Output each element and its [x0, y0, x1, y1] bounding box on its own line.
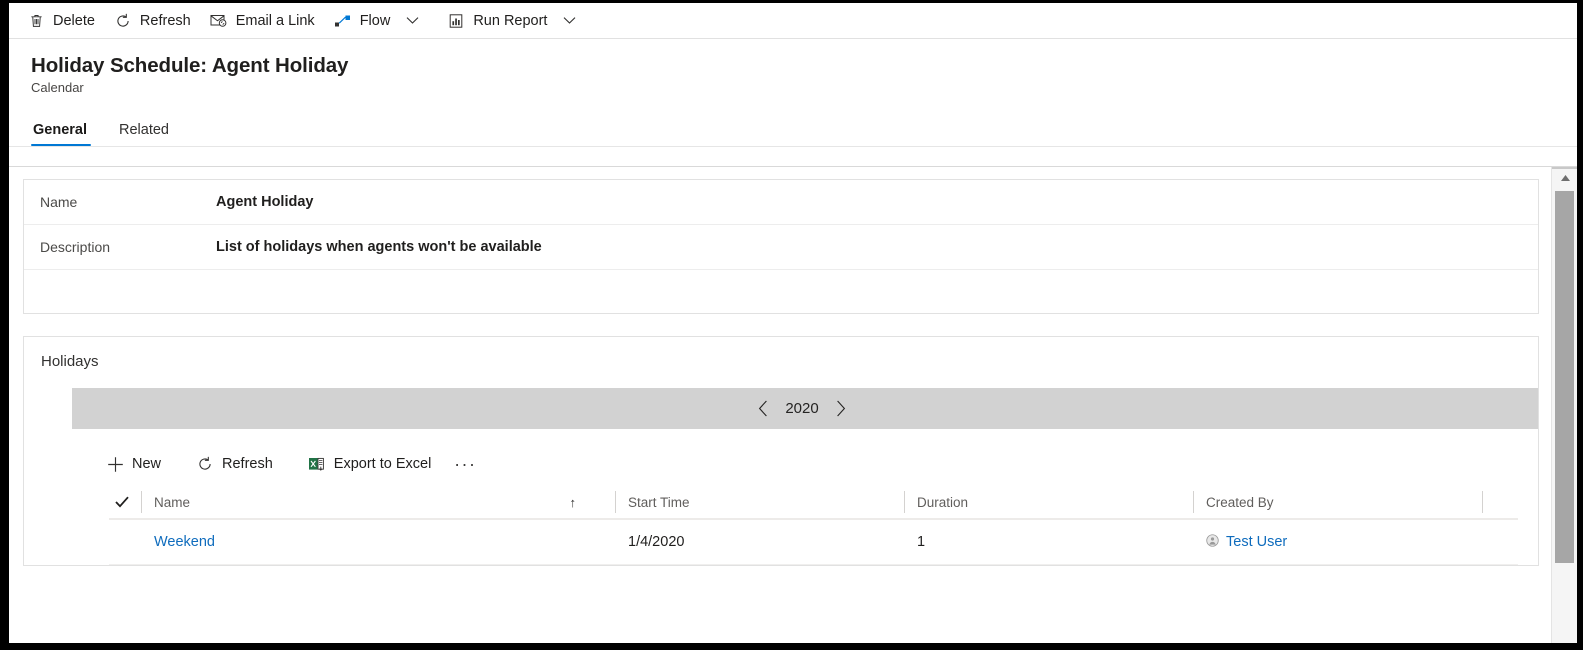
select-all-checkmark-icon[interactable] [109, 496, 141, 508]
record-header: Holiday Schedule: Agent Holiday Calendar [9, 39, 1577, 95]
subgrid-refresh-label: Refresh [222, 456, 273, 472]
created-by-pill[interactable]: Test User [1206, 533, 1287, 551]
row-cell-created-by: Test User [1193, 520, 1482, 565]
command-bar: Delete Refresh Email a Link Flow Run Rep… [9, 3, 1577, 39]
form-content: Name Agent Holiday Description List of h… [9, 167, 1551, 643]
more-commands-button[interactable]: ··· [450, 449, 480, 479]
page-title: Holiday Schedule: Agent Holiday [31, 54, 349, 77]
row-cell-duration: 1 [917, 534, 926, 550]
grid-col-label-start-time: Start Time [628, 494, 690, 510]
field-row-name: Name Agent Holiday [24, 180, 1538, 225]
refresh-icon [195, 454, 215, 474]
year-navigator-inner: 2020 [754, 397, 849, 421]
row-cell-start-time: 1/4/2020 [628, 534, 685, 550]
flow-icon [333, 11, 353, 31]
holiday-name-link[interactable]: Weekend [154, 534, 215, 550]
name-field-value[interactable]: Agent Holiday [216, 194, 313, 210]
holidays-grid: Name ↑ Start Time Duration Created By We… [109, 486, 1518, 565]
tab-related[interactable]: Related [117, 122, 173, 146]
sort-ascending-icon: ↑ [569, 494, 577, 510]
flow-label: Flow [359, 12, 391, 29]
holidays-section-title: Holidays [41, 353, 99, 370]
excel-icon [307, 454, 327, 474]
email-a-link-button[interactable]: Email a Link [200, 5, 324, 37]
row-cell-name: Weekend [141, 520, 615, 565]
run-report-chevron-down-icon[interactable] [556, 5, 582, 37]
new-label: New [132, 456, 162, 472]
general-card-filler [24, 270, 1538, 313]
current-year-label: 2020 [785, 400, 819, 417]
tab-general[interactable]: General [31, 122, 91, 146]
vertical-scrollbar[interactable] [1551, 167, 1577, 643]
grid-header-row: Name ↑ Start Time Duration Created By [109, 486, 1518, 520]
year-navigator: 2020 [72, 388, 1538, 429]
refresh-label: Refresh [139, 12, 191, 29]
row-cell-spacer [1482, 520, 1518, 565]
table-row[interactable]: Weekend 1/4/2020 1 Test User [109, 520, 1518, 565]
refresh-icon [113, 11, 133, 31]
holidays-section-card: Holidays 2020 New Refresh Export to Exce… [23, 336, 1539, 566]
delete-label: Delete [53, 12, 95, 29]
description-field-value[interactable]: List of holidays when agents won't be av… [216, 239, 542, 255]
tab-strip: General Related [9, 111, 1577, 147]
grid-col-header-name[interactable]: Name ↑ [141, 485, 615, 519]
new-button[interactable]: New [94, 448, 172, 480]
email-a-link-label: Email a Link [235, 12, 315, 29]
plus-icon [105, 454, 125, 474]
scrollbar-track[interactable] [1552, 565, 1577, 643]
user-avatar-icon [1206, 533, 1219, 551]
form-body: Name Agent Holiday Description List of h… [9, 166, 1577, 643]
export-to-excel-label: Export to Excel [333, 456, 432, 472]
grid-col-header-duration[interactable]: Duration [904, 485, 1193, 519]
description-field-label: Description [40, 239, 111, 255]
chevron-left-icon[interactable] [754, 397, 772, 421]
app-inner: Delete Refresh Email a Link Flow Run Rep… [9, 3, 1577, 643]
run-report-label: Run Report [473, 12, 548, 29]
row-select-checkbox[interactable] [109, 520, 141, 565]
scroll-up-arrow[interactable] [1552, 167, 1577, 189]
page-subtitle: Calendar [31, 80, 84, 95]
flow-chevron-down-icon[interactable] [399, 5, 425, 37]
grid-col-label-name: Name [154, 494, 191, 510]
report-icon [446, 11, 466, 31]
trash-icon [26, 11, 46, 31]
refresh-button[interactable]: Refresh [104, 5, 200, 37]
flow-button[interactable]: Flow [324, 5, 400, 37]
name-field-label: Name [40, 194, 78, 210]
field-row-description: Description List of holidays when agents… [24, 225, 1538, 270]
delete-button[interactable]: Delete [17, 5, 104, 37]
general-section-card: Name Agent Holiday Description List of h… [23, 179, 1539, 314]
created-by-link[interactable]: Test User [1226, 534, 1287, 550]
chevron-right-icon[interactable] [832, 397, 850, 421]
export-to-excel-button[interactable]: Export to Excel [296, 448, 443, 480]
grid-col-label-created-by: Created By [1206, 494, 1274, 510]
subgrid-command-bar: New Refresh Export to Excel ··· [24, 442, 1538, 486]
grid-col-header-start-time[interactable]: Start Time [615, 485, 904, 519]
email-link-icon [209, 11, 229, 31]
grid-col-label-duration: Duration [917, 494, 969, 510]
grid-col-header-created-by[interactable]: Created By [1193, 485, 1482, 519]
subgrid-refresh-button[interactable]: Refresh [184, 448, 284, 480]
scrollbar-top-edge [1552, 167, 1577, 169]
grid-col-header-spacer [1482, 485, 1518, 519]
application-window: Delete Refresh Email a Link Flow Run Rep… [0, 0, 1583, 650]
run-report-button[interactable]: Run Report [437, 5, 556, 37]
scrollbar-thumb[interactable] [1555, 191, 1574, 563]
